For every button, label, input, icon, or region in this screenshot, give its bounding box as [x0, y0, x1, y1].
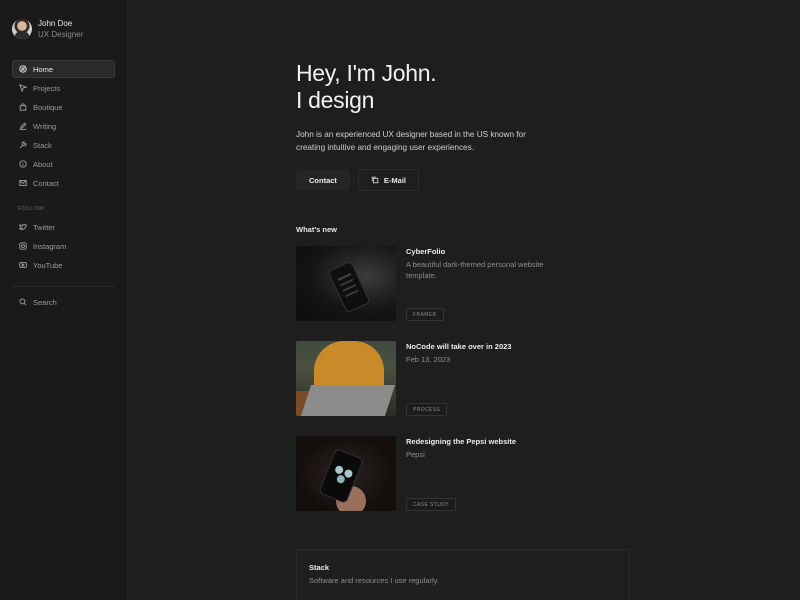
sidebar-item-stack[interactable]: Stack [12, 136, 115, 154]
main-nav: Home Projects Boutique Writing Stack Abo… [12, 60, 115, 192]
post-tag[interactable]: CASE STUDY [406, 498, 456, 511]
pencil-icon [19, 122, 27, 130]
info-icon [19, 160, 27, 168]
sidebar-item-twitter[interactable]: Twitter [12, 218, 115, 236]
profile[interactable]: John Doe UX Designer [12, 18, 115, 40]
contact-button[interactable]: Contact [296, 169, 350, 191]
search-button[interactable]: Search [12, 293, 115, 311]
post-tag[interactable]: PROCESS [406, 403, 448, 416]
follow-section-label: FOLLOW [18, 206, 45, 212]
cursor-icon [19, 84, 27, 92]
sidebar-item-label: Instagram [33, 241, 67, 251]
copy-icon [371, 176, 379, 184]
main-content: Hey, I'm John. I design John is an exper… [296, 60, 632, 531]
sidebar-item-label: Boutique [33, 102, 63, 112]
search-icon [19, 298, 27, 306]
post-pepsi[interactable]: Redesigning the Pepsi website Pepsi CASE… [296, 436, 632, 511]
post-title[interactable]: Redesigning the Pepsi website [406, 437, 632, 446]
headline-line-1: Hey, I'm John. [296, 60, 437, 86]
post-title[interactable]: CyberFolio [406, 247, 632, 256]
cta-row: Contact E-Mail [296, 169, 632, 191]
post-tag[interactable]: FRAMER [406, 308, 444, 321]
post-nocode[interactable]: NoCode will take over in 2023 Feb 13, 20… [296, 341, 632, 416]
post-thumbnail[interactable] [296, 246, 396, 321]
sidebar-item-about[interactable]: About [12, 155, 115, 173]
search-label: Search [33, 297, 57, 307]
post-list: CyberFolio A beautiful dark-themed perso… [296, 246, 632, 511]
stack-subtitle: Software and resources I use regularly. [309, 576, 439, 585]
sidebar-item-label: Stack [33, 140, 52, 150]
instagram-icon [19, 242, 27, 250]
sidebar: John Doe UX Designer Home Projects Bouti… [0, 0, 128, 600]
sidebar-item-instagram[interactable]: Instagram [12, 237, 115, 255]
post-title[interactable]: NoCode will take over in 2023 [406, 342, 632, 351]
page-title: Hey, I'm John. I design [296, 60, 632, 114]
post-subtitle: A beautiful dark-themed personal website… [406, 260, 544, 280]
whats-new-heading: What's new [296, 225, 337, 234]
stack-card[interactable]: Stack Software and resources I use regul… [296, 549, 630, 600]
wrench-icon [19, 141, 27, 149]
intro-text: John is an experienced UX designer based… [296, 130, 526, 152]
sidebar-item-boutique[interactable]: Boutique [12, 98, 115, 116]
sidebar-item-label: Projects [33, 83, 61, 93]
sidebar-item-label: Home [33, 64, 54, 74]
avatar [12, 19, 32, 39]
sidebar-item-home[interactable]: Home [12, 60, 115, 78]
post-thumbnail[interactable] [296, 436, 396, 511]
compass-icon [19, 65, 27, 73]
post-subtitle: Pepsi [406, 450, 425, 459]
twitter-icon [19, 223, 27, 231]
post-thumbnail[interactable] [296, 341, 396, 416]
sidebar-item-label: Writing [33, 121, 57, 131]
sidebar-item-label: Contact [33, 178, 59, 188]
social-nav: Twitter Instagram YouTube [12, 218, 115, 274]
youtube-icon [19, 261, 27, 269]
post-cyberfolio[interactable]: CyberFolio A beautiful dark-themed perso… [296, 246, 632, 321]
sidebar-item-contact[interactable]: Contact [12, 174, 115, 192]
email-button[interactable]: E-Mail [357, 169, 420, 191]
mail-icon [19, 179, 27, 187]
sidebar-item-label: YouTube [33, 260, 63, 270]
contact-button-label: Contact [309, 175, 337, 185]
post-subtitle: Feb 13, 2023 [406, 355, 451, 364]
sidebar-item-writing[interactable]: Writing [12, 117, 115, 135]
stack-title: Stack [309, 563, 330, 572]
sidebar-item-youtube[interactable]: YouTube [12, 256, 115, 274]
sidebar-item-label: Twitter [33, 222, 56, 232]
bag-icon [19, 103, 27, 111]
profile-name: John Doe [38, 19, 73, 28]
headline-line-2: I design [296, 87, 375, 113]
profile-role: UX Designer [38, 30, 84, 39]
sidebar-divider [12, 286, 115, 287]
email-button-label: E-Mail [383, 175, 407, 185]
sidebar-item-label: About [33, 159, 53, 169]
sidebar-item-projects[interactable]: Projects [12, 79, 115, 97]
